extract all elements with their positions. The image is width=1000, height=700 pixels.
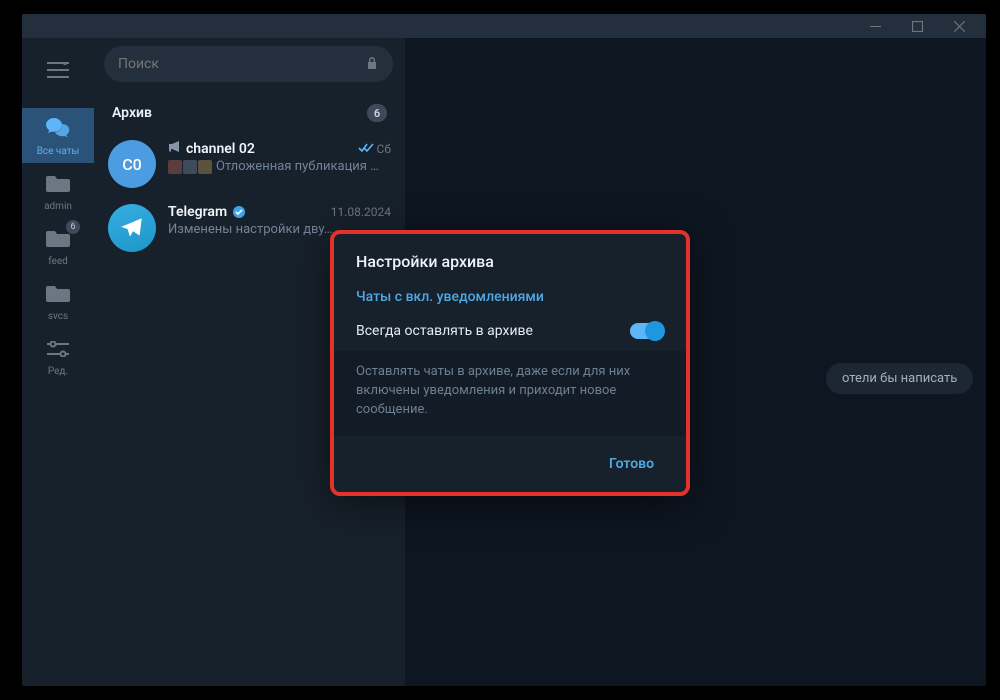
chat-name: Telegram xyxy=(168,204,227,220)
chat-preview: Отложенная публикация … xyxy=(216,159,379,174)
folder-icon xyxy=(45,281,71,307)
rail-item-admin[interactable]: admin xyxy=(22,163,94,218)
search-row xyxy=(94,38,405,90)
minimize-button[interactable] xyxy=(854,14,896,38)
rail-label: admin xyxy=(44,201,72,212)
folder-icon xyxy=(45,171,71,197)
megaphone-icon xyxy=(168,140,181,157)
chats-icon xyxy=(45,116,71,142)
media-thumbs xyxy=(168,160,212,174)
chat-content: channel 02 Сб Отложенная публикация … xyxy=(168,140,391,188)
chat-preview: Изменены настройки дву… xyxy=(168,222,333,237)
dialog-title: Настройки архива xyxy=(334,234,686,285)
dialog-footer: Готово xyxy=(334,436,686,492)
rail-badge: 6 xyxy=(66,220,80,234)
keep-in-archive-toggle[interactable] xyxy=(630,323,664,339)
rail-label: Ред. xyxy=(48,366,68,377)
avatar: C0 xyxy=(108,140,156,188)
rail-item-edit[interactable]: Ред. xyxy=(22,328,94,383)
read-checks-icon xyxy=(358,142,374,156)
archive-count: 6 xyxy=(367,104,387,122)
row-label: Всегда оставлять в архиве xyxy=(356,323,533,339)
chat-row[interactable]: C0 channel 02 Сб Отложе xyxy=(94,132,405,196)
rail-label: Все чаты xyxy=(37,146,80,157)
dialog-description: Оставлять чаты в архиве, даже если для н… xyxy=(334,351,686,436)
menu-button[interactable] xyxy=(38,50,78,90)
lock-icon[interactable] xyxy=(365,55,379,74)
close-button[interactable] xyxy=(938,14,980,38)
archive-settings-dialog: Настройки архива Чаты с вкл. уведомления… xyxy=(330,230,690,496)
avatar xyxy=(108,204,156,252)
rail-item-svcs[interactable]: svcs xyxy=(22,273,94,328)
search-input[interactable] xyxy=(118,56,355,72)
rail-label: svcs xyxy=(48,311,68,322)
keep-in-archive-row[interactable]: Всегда оставлять в архиве xyxy=(334,315,686,351)
archive-header[interactable]: Архив 6 xyxy=(94,90,405,132)
rail-label: feed xyxy=(48,256,68,267)
archive-title: Архив xyxy=(112,105,152,121)
chat-name: channel 02 xyxy=(186,141,255,157)
verified-icon xyxy=(232,205,246,219)
folder-rail: Все чаты admin 6 feed svcs Ред. xyxy=(22,38,94,686)
chat-time: 11.08.2024 xyxy=(331,205,391,219)
sliders-icon xyxy=(45,336,71,362)
rail-item-feed[interactable]: 6 feed xyxy=(22,218,94,273)
rail-item-all-chats[interactable]: Все чаты xyxy=(22,108,94,163)
chat-time: Сб xyxy=(377,142,391,156)
done-button[interactable]: Готово xyxy=(599,450,664,478)
empty-hint: отели бы написать xyxy=(826,363,973,394)
dialog-section-label: Чаты с вкл. уведомлениями xyxy=(334,285,686,315)
search-box[interactable] xyxy=(104,46,393,82)
maximize-button[interactable] xyxy=(896,14,938,38)
titlebar xyxy=(22,14,986,38)
